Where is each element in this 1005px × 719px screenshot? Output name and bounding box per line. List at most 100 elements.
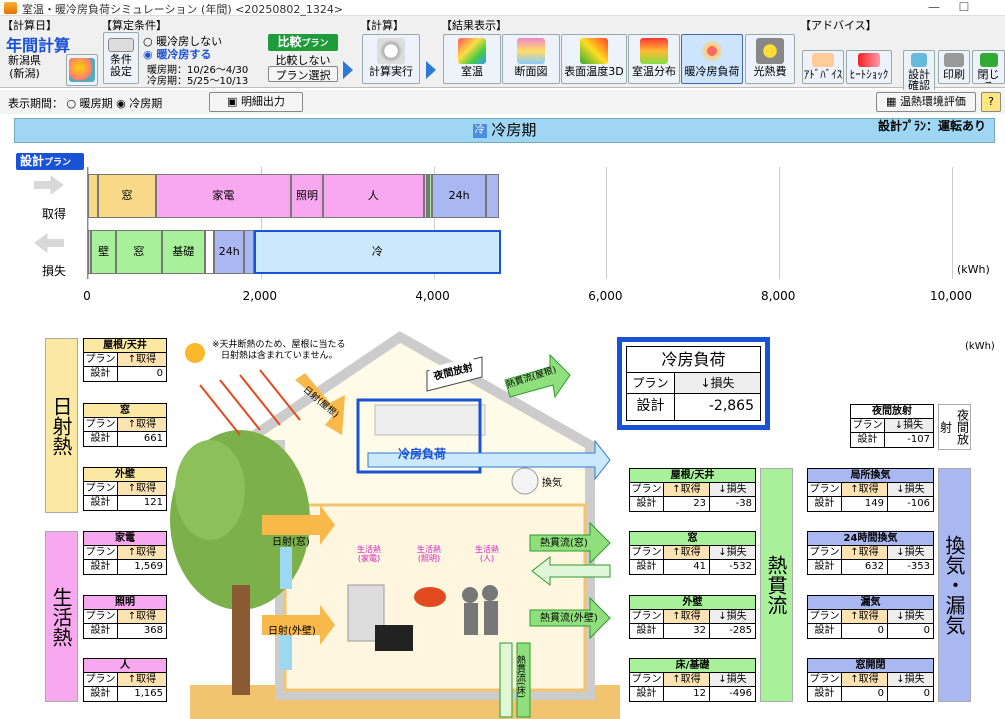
plan-select-button[interactable]: プラン選択 — [268, 66, 338, 82]
row-design: 設計 — [808, 687, 842, 701]
region-label: 新潟県 (新潟) — [8, 54, 41, 80]
col-gain: ↑取得 — [842, 483, 888, 496]
col-plan: プラン — [84, 353, 118, 366]
flow-arrow-icon — [343, 61, 353, 79]
help-button[interactable]: ? — [981, 92, 1001, 112]
col-plan: プラン — [630, 610, 664, 623]
load-icon — [698, 38, 726, 64]
advice-person-icon — [812, 53, 834, 67]
loss-segment: 24h — [213, 230, 245, 274]
col-plan: プラン — [84, 610, 118, 623]
result-room-temp-button[interactable]: 室温 — [443, 34, 501, 84]
life-heat-label: 生活熱 — [45, 531, 78, 702]
flow-arrow-icon — [426, 61, 436, 79]
table-c-window: 窓プラン ↑取得 ↓損失 設計 41 -532 — [629, 531, 756, 575]
result-energy-cost-button[interactable]: 光熱費 — [745, 34, 795, 84]
table-leak: 漏気 プラン ↑取得 ↓損失 設計 0 0 — [807, 595, 934, 639]
app-icon — [4, 2, 17, 14]
night-rad-label: 夜間放射 — [938, 404, 971, 450]
col-plan: プラン — [630, 483, 664, 496]
gain-value: 32 — [664, 624, 710, 638]
calc-exec-button[interactable]: 計算実行 — [362, 34, 420, 84]
conduct-wall-label: 熱貫流(外壁) — [540, 613, 598, 624]
cooling-load-arrow-label: 冷房負荷 — [398, 447, 447, 461]
cooling-load-plan-col: プラン — [627, 373, 675, 393]
result-load-button[interactable]: 暖冷房負荷 — [681, 34, 743, 84]
period-cool-radio[interactable]: ◉ 冷房期 — [116, 97, 162, 110]
table-window-open: 窓開閉 プラン ↑取得 ↓損失 設計 0 0 — [807, 658, 934, 702]
gain-value: 1,165 — [134, 688, 163, 699]
table-title: 漏気 — [808, 596, 933, 610]
design-plan-tag: 設計プラン — [16, 153, 84, 170]
minimize-button[interactable]: — — [920, 0, 948, 16]
toolbar: 【計算日】 年間計算 新潟県 (新潟) 【算定条件】 条件 設定 ○ 暖冷房しな… — [0, 16, 1005, 100]
compare-button[interactable]: 比較プラン — [268, 34, 338, 51]
table-person: 人プラン ↑取得 設計 1,165 — [83, 658, 167, 702]
advice-group-label: 【アドバイス】 — [800, 19, 877, 32]
loss-segment — [204, 230, 214, 274]
col-loss: ↓損失 — [710, 546, 755, 559]
gain-segment: 24h — [431, 174, 487, 218]
table-title: 屋根/天井 — [630, 469, 755, 483]
col-plan: プラン — [808, 610, 842, 623]
heatshock-button[interactable]: ﾋｰﾄｼｮｯｸ — [846, 50, 892, 84]
sun-wall-label: 日射(外壁) — [268, 626, 316, 637]
house-thermo-icon — [458, 38, 486, 64]
table-appliance: 家電 プラン ↑取得 設計 1,569 — [83, 531, 167, 575]
col-plan: プラン — [808, 483, 842, 496]
region-map-button[interactable] — [66, 54, 98, 86]
cooling-load-title: 冷房負荷 — [627, 347, 760, 373]
col-gain: ↑取得 — [118, 482, 166, 495]
table-local-vent: 局所換気 プラン ↑取得 ↓損失 設計 149 -106 — [807, 468, 934, 512]
maximize-button[interactable]: ☐ — [950, 0, 978, 16]
table-title: 家電 — [84, 532, 166, 546]
row-design: 設計 — [630, 497, 664, 511]
close-app-button[interactable]: 閉じる — [972, 50, 1005, 84]
snowflake-icon: 冷 — [472, 123, 487, 138]
result-temp-dist-button[interactable]: 室温分布 — [628, 34, 680, 84]
period-heat-radio[interactable]: ○ 暖房期 — [67, 97, 113, 110]
advice-button[interactable]: ｱﾄﾞﾊﾞｲｽ — [802, 50, 844, 84]
table-roof-sun: 屋根/天井 プラン ↑取得 設計 0 — [83, 338, 167, 382]
sun-heat-label: 日射熱 — [45, 338, 78, 513]
loss-bar: 壁窓基礎 24h 冷 — [88, 230, 952, 274]
table-title: 床/基礎 — [630, 659, 755, 673]
period-header: 冷 冷房期 設計ﾌﾟﾗﾝ：運転あり — [14, 118, 995, 143]
col-plan: プラン — [84, 418, 118, 431]
gain-segment: 窓 — [98, 174, 156, 218]
loss-label: 損失 — [42, 264, 67, 278]
check-doc-icon — [911, 53, 927, 67]
gain-value: 1,569 — [134, 561, 163, 572]
col-gain: ↑取得 — [842, 673, 888, 686]
result-surface3d-button[interactable]: 表面温度3D — [561, 34, 627, 84]
condition-settings-button[interactable]: 条件 設定 — [103, 32, 139, 84]
map-icon — [69, 58, 95, 82]
gain-value: 0 — [842, 687, 888, 701]
table-title: 人 — [84, 659, 166, 673]
result-section-button[interactable]: 断面図 — [502, 34, 560, 84]
conduct-window-label: 熱貫流(窓) — [540, 538, 588, 549]
ventilation-label: 換気・漏気 — [938, 468, 971, 702]
row-design: 設計 — [630, 687, 664, 701]
roof-note: ※天井断熱のため、屋根に当たる 日射熱は含まれていません。 — [212, 340, 346, 361]
loss-value: -496 — [729, 688, 752, 699]
gain-value: 149 — [842, 497, 888, 511]
table-title: 局所換気 — [808, 469, 933, 483]
result-group-label: 【結果表示】 — [441, 19, 507, 32]
loss-value: -285 — [729, 625, 752, 636]
detail-output-button[interactable]: ▣ 明細出力 — [209, 92, 303, 112]
col-gain: ↑取得 — [118, 353, 166, 366]
gain-segment: 家電 — [155, 174, 292, 218]
loss-value: -107 — [907, 434, 930, 445]
gain-label: 取得 — [42, 207, 67, 221]
loss-value: -106 — [907, 498, 930, 509]
gain-segment: 人 — [322, 174, 424, 218]
opt-hvac[interactable]: ◉ 暖冷房する — [143, 46, 211, 62]
col-plan: プラン — [84, 482, 118, 495]
loss-segment: 壁 — [91, 230, 116, 274]
thermal-eval-button[interactable]: ▦ 温熱環境評価 — [876, 92, 976, 112]
cooling-load-value: -2,865 — [708, 398, 754, 414]
life-icon-appliance: 生活熱 (家電) — [357, 545, 381, 563]
print-button[interactable]: 印刷 — [938, 50, 970, 84]
yen-calculator-icon — [756, 38, 784, 64]
